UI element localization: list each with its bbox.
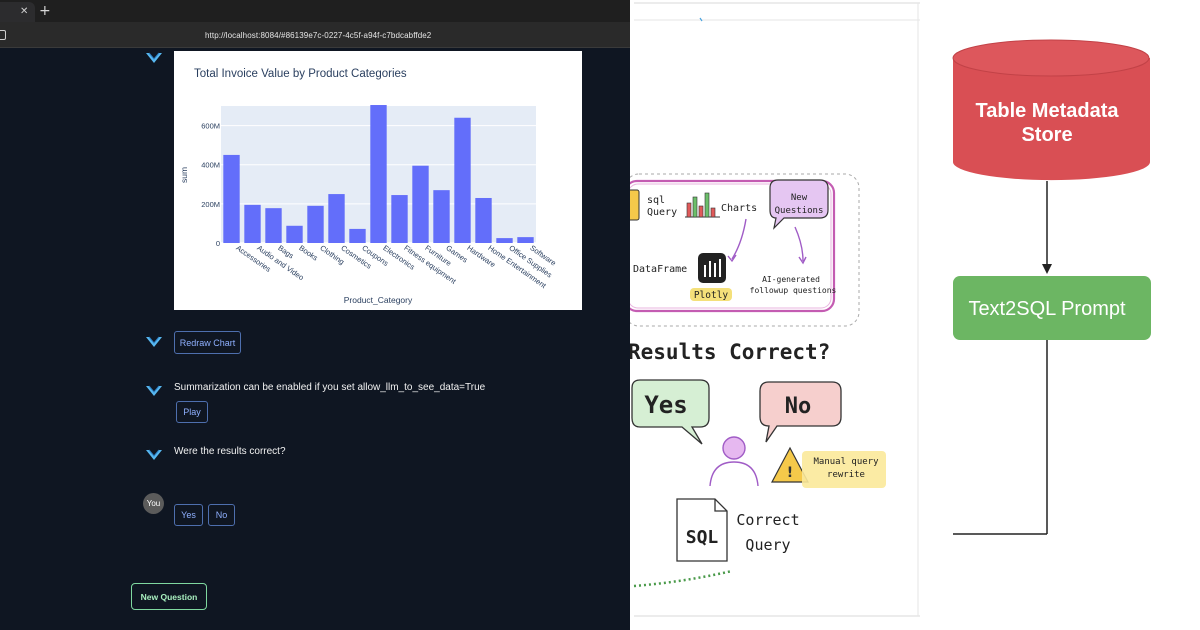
results-question-message: Were the results correct? xyxy=(174,446,286,457)
bar[interactable] xyxy=(412,165,429,243)
sketch-correct-query-label: Query xyxy=(745,536,790,554)
sketch-dataframe-label: DataFrame xyxy=(633,264,687,275)
bar[interactable] xyxy=(475,197,492,243)
text2sql-prompt-label: Text2SQL Prompt xyxy=(968,298,1126,320)
bar[interactable] xyxy=(517,237,534,243)
yes-button[interactable]: Yes xyxy=(174,504,203,526)
y-tick-label: 200M xyxy=(201,200,220,209)
bot-avatar-icon xyxy=(145,50,163,68)
browser-tab-bar: ✕ + xyxy=(0,0,630,22)
database-icon xyxy=(630,189,640,221)
workflow-sketch: sql Query Charts New Questions DataFrame xyxy=(630,0,920,630)
person-icon xyxy=(709,436,759,487)
metadata-store-label: Table Metadata xyxy=(976,100,1120,122)
chat-app-window: ✕ + http://localhost:8084/#86139e7c-0227… xyxy=(0,0,630,630)
sketch-manual-rewrite-label: rewrite xyxy=(827,470,865,480)
summarization-message: Summarization can be enabled if you set … xyxy=(174,382,486,393)
plus-icon[interactable]: + xyxy=(39,3,51,19)
x-axis-label: Product_Category xyxy=(344,295,413,305)
sketch-sql-query-label: sql xyxy=(647,195,665,206)
bar[interactable] xyxy=(286,225,303,243)
no-button[interactable]: No xyxy=(208,504,235,526)
chart-title: Total Invoice Value by Product Categorie… xyxy=(194,68,407,80)
y-axis-label: sum xyxy=(179,167,189,183)
sketch-correct-query-label: Correct xyxy=(736,511,799,529)
architecture-diagram: Table Metadata Store Text2SQL Prompt xyxy=(920,0,1200,630)
plotly-icon xyxy=(698,253,726,283)
address-bar[interactable]: http://localhost:8084/#86139e7c-0227-4c5… xyxy=(0,22,630,48)
bot-avatar-icon xyxy=(145,334,163,352)
sketch-new-questions-label: Questions xyxy=(775,206,824,216)
close-icon[interactable]: ✕ xyxy=(20,6,28,17)
sketch-plotly-label: Plotly xyxy=(694,290,729,301)
sketch-sql-query-label: Query xyxy=(647,207,677,218)
bot-avatar-icon xyxy=(145,383,163,401)
bar[interactable] xyxy=(265,208,282,243)
metadata-store-label: Store xyxy=(1021,124,1072,146)
sketch-results-correct-label: Results Correct? xyxy=(630,340,830,364)
y-tick-label: 400M xyxy=(201,161,220,170)
bar[interactable] xyxy=(454,117,471,243)
svg-text:!: ! xyxy=(787,465,793,481)
sketch-yes-label: Yes xyxy=(644,391,687,419)
bar[interactable] xyxy=(328,194,345,243)
y-tick-label: 600M xyxy=(201,122,220,131)
sketch-new-questions-label: New xyxy=(791,193,808,203)
sketch-ai-followup-label: AI-generated xyxy=(762,275,820,284)
sketch-no-label: No xyxy=(785,394,812,419)
site-info-icon[interactable] xyxy=(0,30,6,40)
redraw-chart-button[interactable]: Redraw Chart xyxy=(174,331,241,354)
bar[interactable] xyxy=(391,195,408,243)
user-avatar: You xyxy=(143,493,164,514)
sketch-manual-rewrite-label: Manual query xyxy=(813,457,879,467)
bar[interactable] xyxy=(307,205,324,243)
bar[interactable] xyxy=(496,238,513,243)
sketch-sql-label: SQL xyxy=(686,527,719,548)
bar[interactable] xyxy=(349,228,366,243)
new-question-button[interactable]: New Question xyxy=(131,583,207,610)
x-tick-label: Books xyxy=(297,243,319,262)
sketch-charts-label: Charts xyxy=(721,203,757,214)
browser-tab[interactable]: ✕ xyxy=(0,2,35,22)
speech-bubble-icon xyxy=(769,179,829,230)
bar-chart-icon xyxy=(685,192,720,218)
bar[interactable] xyxy=(223,154,240,243)
bot-avatar-icon xyxy=(145,447,163,465)
url-text[interactable]: http://localhost:8084/#86139e7c-0227-4c5… xyxy=(205,31,431,40)
bar-chart[interactable]: Total Invoice Value by Product Categorie… xyxy=(174,51,582,310)
bar[interactable] xyxy=(244,204,261,243)
sketch-ai-followup-label: followup questions xyxy=(750,286,837,295)
y-tick-label: 0 xyxy=(216,239,220,248)
bar[interactable] xyxy=(433,190,450,243)
bar[interactable] xyxy=(370,105,387,243)
play-button[interactable]: Play xyxy=(176,401,208,423)
